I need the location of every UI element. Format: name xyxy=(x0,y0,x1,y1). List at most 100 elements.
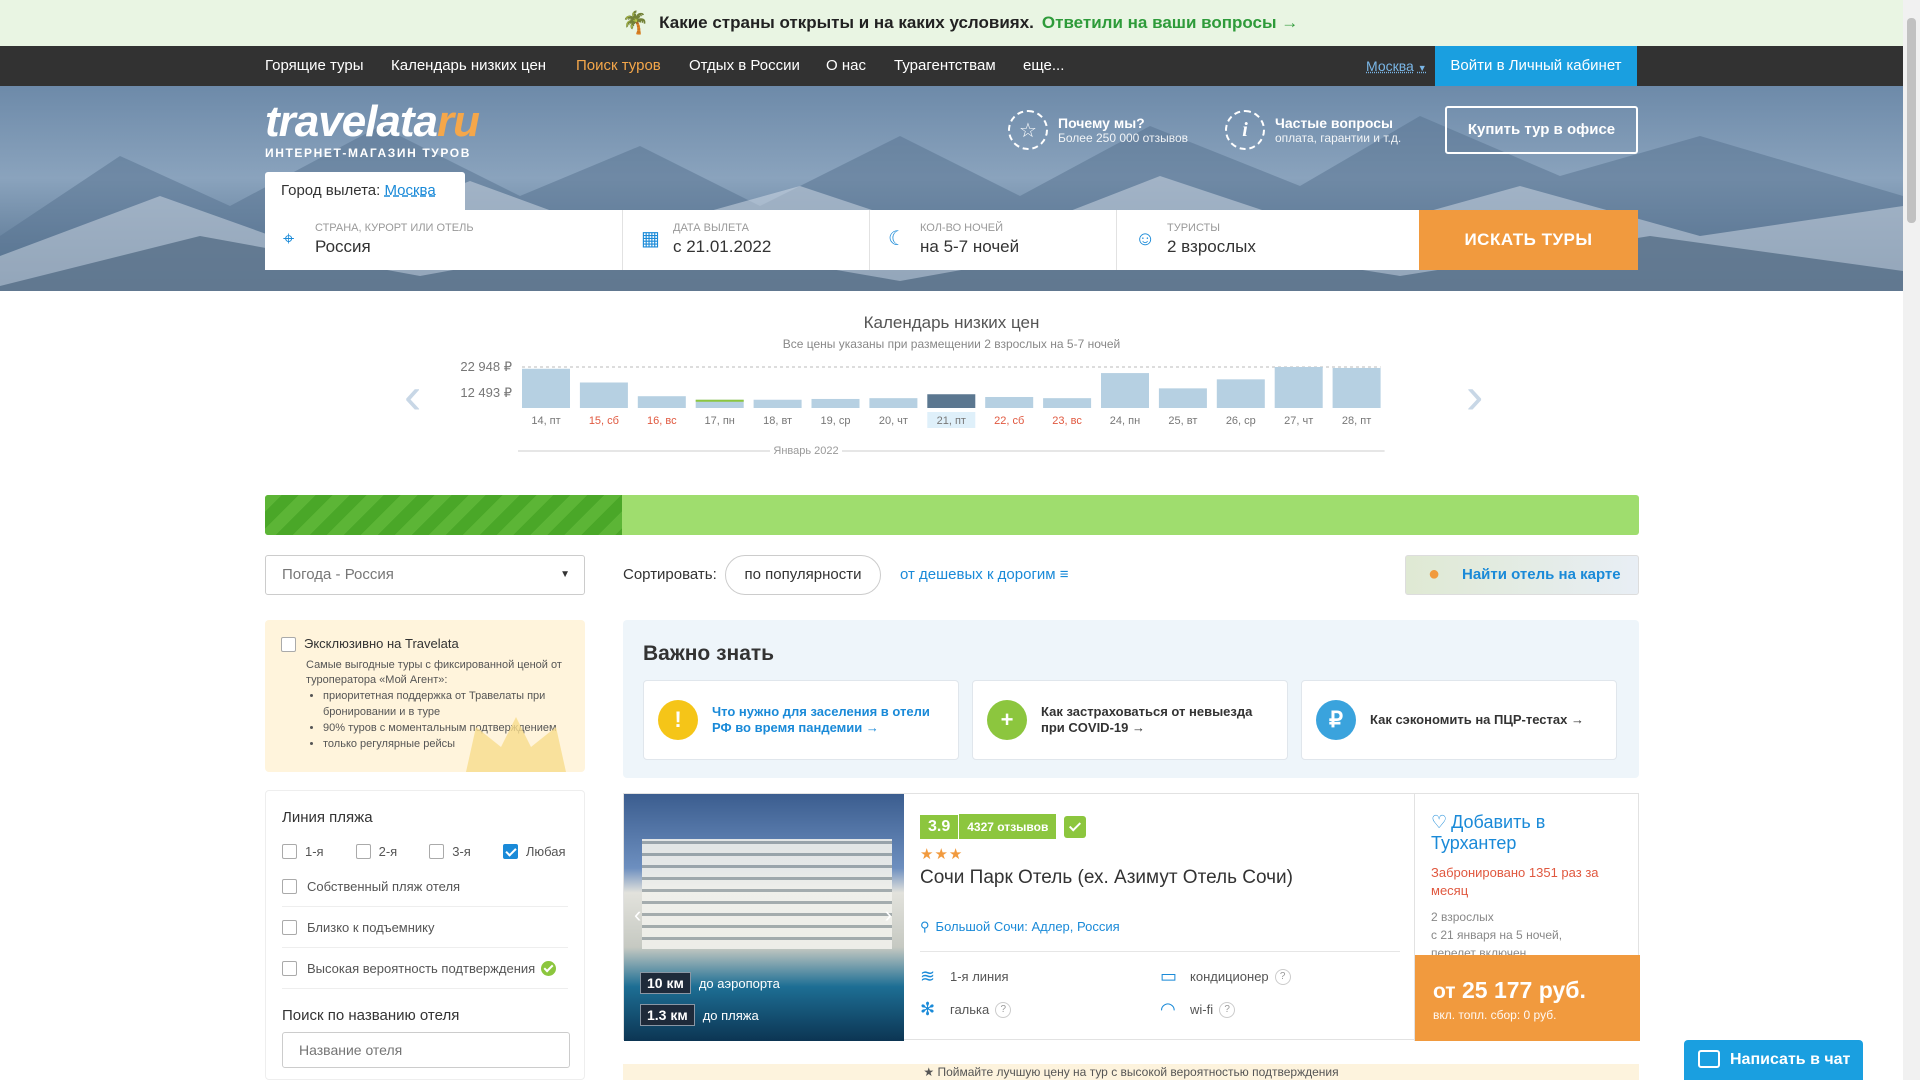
buy-in-office-button[interactable]: Купить тур в офисе xyxy=(1445,106,1638,154)
photo-next-arrow[interactable]: › xyxy=(885,902,892,928)
calendar-bar[interactable] xyxy=(927,394,976,408)
exclamation-icon: ! xyxy=(658,700,698,740)
calendar-bar[interactable] xyxy=(1043,398,1092,408)
calendar-bar[interactable] xyxy=(637,396,686,408)
own-beach-filter[interactable]: Собственный пляж отеля xyxy=(282,866,568,907)
nav-about[interactable]: О нас xyxy=(826,46,866,86)
info-card-insurance[interactable]: + Как застраховаться от невыезда при COV… xyxy=(972,680,1288,760)
login-button[interactable]: Войти в Личный кабинет xyxy=(1435,46,1637,86)
chat-button[interactable]: Написать в чат xyxy=(1684,1040,1863,1080)
x-tick-label: 17, пн xyxy=(705,415,735,427)
beach-line-options: 1-я 2-я 3-я Любая xyxy=(282,836,568,866)
page-scrollbar[interactable] xyxy=(1903,0,1920,1080)
sort-icon: ≡ xyxy=(1059,566,1069,583)
departure-city-link[interactable]: Москва xyxy=(384,182,435,199)
beach-line-any[interactable]: Любая xyxy=(502,843,566,859)
calendar-bar[interactable] xyxy=(869,398,918,408)
exclusive-checkbox[interactable] xyxy=(281,637,296,653)
beach-line-title: Линия пляжа xyxy=(282,809,373,826)
add-favorite-button[interactable]: ♡ Добавить в Турхантер xyxy=(1431,812,1639,854)
x-tick-label: 27, чт xyxy=(1284,415,1313,427)
beach-icon: ≋ xyxy=(920,966,936,986)
calendar-bar[interactable] xyxy=(1274,367,1323,408)
wifi-icon: ◠ xyxy=(1160,999,1176,1019)
photo-prev-arrow[interactable]: ‹ xyxy=(634,902,641,928)
x-tick-label: 20, чт xyxy=(879,415,908,427)
nav-tour-search[interactable]: Поиск туров xyxy=(576,46,661,86)
x-tick-label: 23, вс xyxy=(1052,415,1082,427)
calendar-bar[interactable] xyxy=(1216,379,1265,408)
location-pin-icon: ⌖ xyxy=(283,228,295,250)
faq-link[interactable]: i Частые вопросы оплата, гарантии и т.д. xyxy=(1225,110,1401,150)
tourists-field[interactable]: ☺ Туристы 2 взрослых xyxy=(1117,210,1419,270)
help-icon[interactable]: ? xyxy=(995,1001,1012,1018)
calendar-bar[interactable] xyxy=(1158,388,1207,408)
x-tick-label: 25, вт xyxy=(1168,415,1197,427)
info-card-pcr[interactable]: ₽ Как сэкономить на ПЦР-тестах → xyxy=(1301,680,1617,760)
filters-panel: Линия пляжа 1-я 2-я 3-я Любая Собственны… xyxy=(265,790,585,1080)
map-search-button[interactable]: ● Найти отель на карте xyxy=(1405,555,1639,595)
calendar-bar[interactable] xyxy=(1332,367,1381,408)
hotel-photo[interactable]: ‹ › 10 км до аэропорта 1.3 км до пляжа xyxy=(624,794,904,1041)
moon-icon: ☾ xyxy=(888,228,906,250)
high-confirmation-filter[interactable]: Высокая вероятность подтверждения xyxy=(282,948,568,989)
calendar-bar[interactable] xyxy=(1101,373,1149,408)
nav-russia[interactable]: Отдых в России xyxy=(689,46,800,86)
nights-field[interactable]: ☾ Кол-во ночей на 5-7 ночей xyxy=(870,210,1117,270)
calendar-bar[interactable] xyxy=(811,398,860,408)
city-selector[interactable]: Москва ▼ xyxy=(1366,46,1427,88)
chevron-down-icon: ▼ xyxy=(1417,63,1427,73)
beach-line-3[interactable]: 3-я xyxy=(429,843,471,859)
help-icon[interactable]: ? xyxy=(1219,1001,1236,1018)
hotel-name[interactable]: Сочи Парк Отель (ех. Азимут Отель Сочи) xyxy=(920,867,1400,889)
calendar-bar[interactable] xyxy=(579,382,628,408)
hotel-price-panel: ♡ Добавить в Турхантер Забронировано 1351… xyxy=(1414,794,1640,1041)
x-tick-label: 22, сб xyxy=(994,415,1024,427)
top-nav: Горящие туры Календарь низких цен Поиск … xyxy=(0,46,1920,86)
calendar-icon: ▦ xyxy=(641,228,660,250)
caret-down-icon: ▼ xyxy=(560,569,570,580)
promo-banner: 🌴 Какие страны открыты и на каких услови… xyxy=(0,0,1920,46)
x-tick-label: 14, пт xyxy=(531,415,560,427)
near-lift-filter[interactable]: Близко к подъемнику xyxy=(282,907,568,948)
calendar-bar[interactable] xyxy=(985,396,1034,408)
nav-more[interactable]: еще... xyxy=(1023,46,1064,86)
calendar-bar[interactable] xyxy=(753,399,802,408)
nav-price-calendar[interactable]: Календарь низких цен xyxy=(391,46,546,86)
beach-line-2[interactable]: 2-я xyxy=(355,843,397,859)
calendar-bar[interactable] xyxy=(522,368,570,408)
palm-icon: 🌴 xyxy=(621,10,650,35)
sort-popular-button[interactable]: по популярности xyxy=(725,555,881,595)
nav-hot-tours[interactable]: Горящие туры xyxy=(265,46,363,86)
why-us-link[interactable]: ☆ Почему мы? Более 250 000 отзывов xyxy=(1008,110,1188,150)
feature-pebble: ✻ галька? xyxy=(920,999,1160,1020)
reviews-count[interactable]: 4327 отзывов xyxy=(959,814,1057,839)
progress-fill xyxy=(265,495,623,535)
price-calendar-chart: 22 948 ₽ 12 493 ₽ 14, пт 15, сб 16, вс 17, пн… xyxy=(460,359,1385,458)
info-card-pandemic[interactable]: ! Что нужно для заселения в отели РФ во … xyxy=(643,680,959,760)
date-field[interactable]: ▦ Дата вылета с 21.01.2022 xyxy=(623,210,870,270)
month-label: Январь 2022 xyxy=(773,445,838,457)
hotel-name-input[interactable] xyxy=(282,1032,570,1068)
price-button[interactable]: от 25 177 руб. вкл. топл. сбор: 0 руб. xyxy=(1415,955,1640,1041)
booked-count: Забронировано 1351 раз за месяц xyxy=(1431,865,1599,898)
search-progress-bar xyxy=(265,495,1639,535)
calendar-next-arrow[interactable]: › xyxy=(1466,370,1483,422)
sort-cheap-link[interactable]: от дешевых к дорогим ≡ xyxy=(900,566,1069,583)
scrollbar-thumb[interactable] xyxy=(1907,18,1916,223)
promo-link[interactable]: Ответили на ваши вопросы → xyxy=(1042,13,1298,33)
heart-icon: ♡ xyxy=(1431,812,1448,832)
x-tick-label: 16, вс xyxy=(647,415,677,427)
airport-distance: 10 км до аэропорта xyxy=(640,972,780,994)
destination-field[interactable]: ⌖ Страна, курорт или отель Россия xyxy=(265,210,623,270)
travelata-logo[interactable]: travelataru ИНТЕРНЕТ-МАГАЗИН ТУРОВ xyxy=(265,100,480,161)
hotel-rating[interactable]: 3.9 4327 отзывов xyxy=(920,814,1400,839)
help-icon[interactable]: ? xyxy=(1274,968,1291,985)
important-title: Важно знать xyxy=(643,642,775,665)
search-tours-button[interactable]: ИСКАТЬ ТУРЫ xyxy=(1419,210,1638,270)
hotel-location[interactable]: ⚲ Большой Сочи: Адлер, Россия xyxy=(920,919,1400,952)
beach-line-1[interactable]: 1-я xyxy=(282,843,324,859)
nav-agencies[interactable]: Турагентствам xyxy=(894,46,996,86)
crown-icon xyxy=(466,717,566,772)
weather-select[interactable]: Погода - Россия ▼ xyxy=(265,555,585,595)
